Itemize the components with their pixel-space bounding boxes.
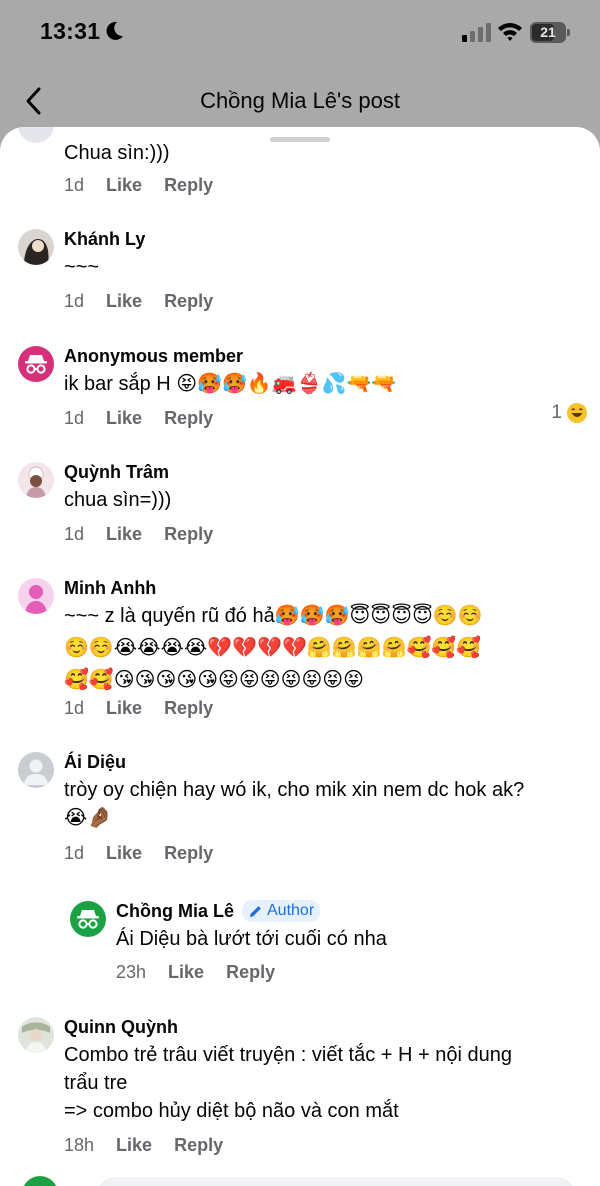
commenter-name[interactable]: Ái Diệu — [64, 750, 580, 774]
avatar[interactable] — [18, 229, 54, 265]
comment-actions: 1d Like Reply — [64, 698, 213, 719]
user-photo-icon — [18, 462, 54, 498]
navigation-bar: Chồng Mia Lê's post — [0, 76, 600, 126]
comment-actions: 1d Like Reply — [64, 524, 213, 545]
author-badge-label: Author — [267, 902, 315, 919]
reply-button[interactable]: Reply — [164, 291, 213, 312]
incognito-icon — [77, 910, 99, 929]
comment-actions: 1d Like Reply — [64, 408, 213, 429]
default-avatar[interactable] — [18, 752, 54, 788]
comment-time: 18h — [64, 1135, 95, 1155]
comment-text: Ái Diệu bà lướt tới cuối có nha — [116, 928, 387, 950]
pencil-icon — [250, 905, 261, 917]
avatar[interactable] — [18, 578, 54, 614]
comment-text: ik bar sắp H 😝🥵🥵🔥🚒👙💦🔫🔫 — [64, 373, 397, 395]
reply-name-row: Chồng Mia Lê Author — [116, 899, 580, 923]
like-button[interactable]: Like — [106, 408, 142, 429]
user-photo-icon — [18, 229, 54, 265]
person-silhouette-icon — [24, 759, 48, 785]
like-button[interactable]: Like — [106, 175, 142, 196]
comment-input[interactable] — [96, 1177, 576, 1186]
comment-actions: 1d Like Reply — [64, 843, 213, 864]
battery-indicator: 21 — [530, 22, 572, 43]
like-button[interactable]: Like — [106, 698, 142, 719]
comments-sheet: Chua sìn:))) 1d Like Reply Khánh Ly ~~~ … — [0, 127, 600, 1186]
status-bar: 13:31 21 — [0, 0, 600, 66]
author-avatar[interactable] — [70, 901, 106, 937]
laughing-face-icon — [567, 403, 587, 423]
commenter-name[interactable]: Chồng Mia Lê — [116, 899, 234, 923]
commenter-name[interactable]: Anonymous member — [64, 344, 580, 368]
reply-button[interactable]: Reply — [164, 843, 213, 864]
comment-text: tròy oy chiện hay wó ik, cho mik xin nem… — [64, 779, 525, 829]
like-button[interactable]: Like — [168, 962, 204, 983]
author-badge: Author — [242, 900, 321, 922]
like-button[interactable]: Like — [116, 1135, 152, 1156]
cellular-signal-icon — [462, 23, 491, 42]
comment-text: chua sìn=))) — [64, 489, 172, 511]
comment-text: ~~~ — [64, 256, 100, 278]
reply-button[interactable]: Reply — [164, 175, 213, 196]
comment-time: 1d — [64, 175, 85, 195]
comment-actions: 18h Like Reply — [64, 1135, 223, 1156]
comment-time: 1d — [64, 698, 85, 718]
composer-avatar — [22, 1176, 58, 1186]
reply-button[interactable]: Reply — [174, 1135, 223, 1156]
wifi-icon — [498, 23, 522, 41]
battery-level-text: 21 — [540, 24, 556, 40]
reply-button[interactable]: Reply — [164, 524, 213, 545]
user-photo-icon — [18, 1017, 54, 1053]
commenter-name[interactable]: Quinn Quỳnh — [64, 1015, 580, 1039]
avatar[interactable] — [18, 462, 54, 498]
reaction-count: 1 — [551, 402, 562, 423]
avatar[interactable] — [18, 1017, 54, 1053]
commenter-name[interactable]: Minh Anhh — [64, 576, 580, 600]
reply-button[interactable]: Reply — [164, 408, 213, 429]
comment-time: 1d — [64, 291, 85, 311]
moon-icon — [106, 21, 123, 40]
comment-time: 1d — [64, 524, 85, 544]
avatar[interactable] — [18, 127, 54, 143]
commenter-name[interactable]: Quỳnh Trâm — [64, 460, 580, 484]
comment-time: 23h — [116, 962, 147, 982]
like-button[interactable]: Like — [106, 291, 142, 312]
comment-text: Chua sìn:))) — [64, 142, 170, 164]
comment-text: ~~~ z là quyến rũ đó hả🥵🥵🥵😇😇😇😇☺️☺️ ☺️☺️😭… — [64, 605, 483, 691]
commenter-name[interactable]: Khánh Ly — [64, 227, 580, 251]
comment-actions: 23h Like Reply — [116, 962, 275, 983]
comment-actions: 1d Like Reply — [64, 291, 213, 312]
reaction-summary[interactable]: 1 — [551, 402, 588, 424]
comment-text: Combo trẻ trâu viết truyện : viết tắc + … — [64, 1044, 513, 1122]
incognito-icon — [25, 355, 47, 374]
comment-actions: 1d Like Reply — [64, 175, 213, 196]
page-title: Chồng Mia Lê's post — [200, 88, 400, 113]
user-photo-icon — [18, 578, 54, 614]
status-time: 13:31 — [40, 18, 101, 44]
comment-time: 1d — [64, 843, 85, 863]
reply-button[interactable]: Reply — [226, 962, 275, 983]
anonymous-avatar[interactable] — [18, 346, 54, 382]
like-button[interactable]: Like — [106, 843, 142, 864]
reply-button[interactable]: Reply — [164, 698, 213, 719]
comment-time: 1d — [64, 408, 85, 428]
like-button[interactable]: Like — [106, 524, 142, 545]
